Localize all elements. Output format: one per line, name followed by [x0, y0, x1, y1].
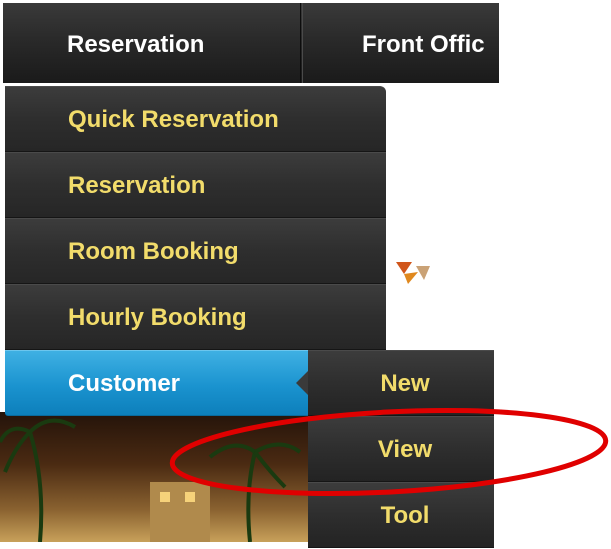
- background-logo-fragment: [390, 258, 440, 288]
- menu-item-customer[interactable]: Customer: [5, 350, 320, 416]
- submenu-item-new[interactable]: New: [308, 350, 494, 416]
- top-nav-front-office-label: Front Offic: [362, 31, 485, 58]
- menu-item-label: Customer: [68, 370, 181, 397]
- menu-item-reservation[interactable]: Reservation: [5, 152, 386, 218]
- customer-submenu: New View Tool: [296, 350, 494, 548]
- menu-item-label: Quick Reservation: [68, 106, 279, 133]
- submenu-item-label: Tool: [380, 502, 430, 529]
- top-nav-front-office[interactable]: Front Offic: [302, 3, 499, 83]
- menu-item-label: Hourly Booking: [68, 304, 247, 331]
- submenu-item-tool[interactable]: Tool: [308, 482, 494, 548]
- background-photo: [0, 412, 330, 542]
- menu-item-label: Reservation: [68, 172, 206, 199]
- menu-item-hourly-booking[interactable]: Hourly Booking: [5, 284, 386, 350]
- submenu-item-view[interactable]: View: [308, 416, 494, 482]
- submenu-pointer-arrow: [296, 371, 308, 395]
- top-nav-bar: Reservation Front Offic: [3, 3, 499, 83]
- menu-item-label: Room Booking: [68, 238, 239, 265]
- menu-item-room-booking[interactable]: Room Booking: [5, 218, 386, 284]
- top-nav-reservation[interactable]: Reservation: [3, 3, 301, 83]
- submenu-item-label: View: [377, 436, 433, 463]
- submenu-item-label: New: [380, 370, 430, 397]
- top-nav-reservation-label: Reservation: [67, 31, 205, 58]
- menu-item-quick-reservation[interactable]: Quick Reservation: [5, 86, 386, 152]
